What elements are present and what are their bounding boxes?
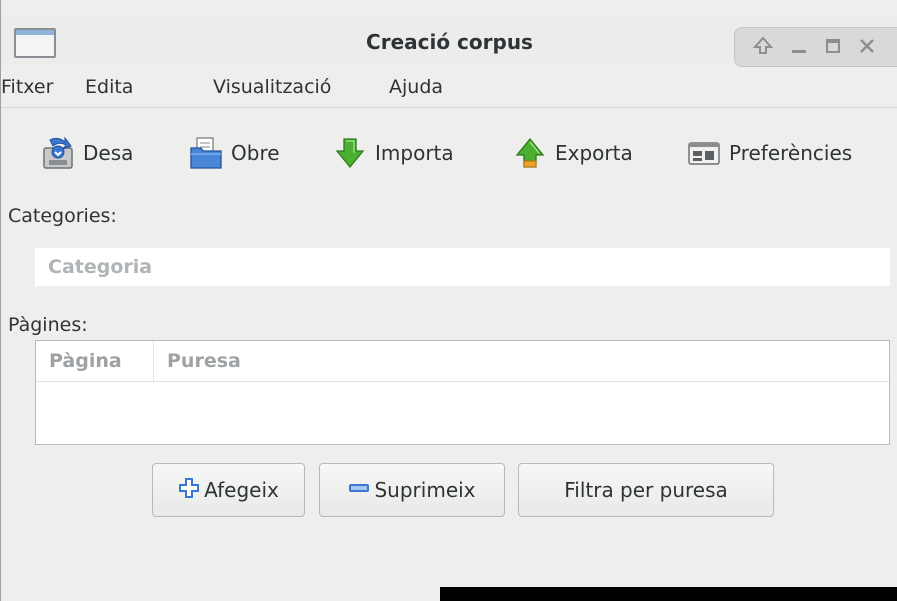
save-button[interactable]: Desa (41, 133, 133, 173)
window-controls (734, 27, 897, 67)
pages-label: Pàgines: (8, 314, 88, 336)
minimize-icon[interactable] (785, 32, 813, 60)
open-label: Obre (231, 141, 280, 165)
menu-ajuda[interactable]: Ajuda (389, 76, 443, 98)
categories-label: Categories: (8, 205, 117, 227)
filter-by-purity-button[interactable]: Filtra per puresa (518, 463, 774, 517)
pin-icon[interactable] (749, 32, 777, 60)
preferences-button[interactable]: Preferències (687, 133, 852, 173)
open-button[interactable]: Obre (189, 133, 280, 173)
menu-fitxer[interactable]: Fitxer (1, 76, 53, 98)
maximize-icon[interactable] (819, 32, 847, 60)
export-arrow-icon (515, 137, 545, 168)
minus-icon (348, 477, 370, 503)
column-header-pagina[interactable]: Pàgina (36, 341, 154, 381)
remove-button-label: Suprimeix (374, 478, 476, 502)
table-header: Pàgina Puresa (36, 341, 889, 382)
save-icon (43, 136, 73, 169)
open-folder-icon (190, 137, 222, 169)
menu-visualitzacio[interactable]: Visualització (213, 76, 331, 98)
main-window: Creació corpus Fitxer Edita Visualitzaci… (0, 0, 897, 601)
title-bar[interactable]: Creació corpus (1, 14, 897, 67)
category-field-container (35, 248, 890, 286)
import-button[interactable]: Importa (333, 133, 454, 173)
menu-bar: Fitxer Edita Visualització Ajuda (1, 66, 897, 108)
column-header-puresa[interactable]: Puresa (154, 341, 454, 381)
add-button-label: Afegeix (204, 478, 279, 502)
save-label: Desa (83, 141, 134, 165)
export-button[interactable]: Exporta (513, 133, 633, 173)
plus-icon (178, 477, 200, 503)
import-arrow-icon (335, 138, 365, 169)
export-label: Exporta (555, 141, 633, 165)
filter-button-label: Filtra per puresa (564, 478, 728, 502)
category-input[interactable] (35, 248, 890, 286)
remove-button[interactable]: Suprimeix (319, 463, 505, 517)
menu-edita[interactable]: Edita (85, 76, 133, 98)
toolbar: Desa Obre Importa Exporta Preferències (1, 109, 897, 199)
offscreen-region (440, 587, 897, 601)
import-label: Importa (375, 141, 454, 165)
preferences-label: Preferències (729, 141, 853, 165)
add-button[interactable]: Afegeix (152, 463, 305, 517)
close-icon[interactable] (853, 32, 881, 60)
preferences-icon (688, 142, 720, 165)
pages-table[interactable]: Pàgina Puresa (35, 340, 890, 445)
